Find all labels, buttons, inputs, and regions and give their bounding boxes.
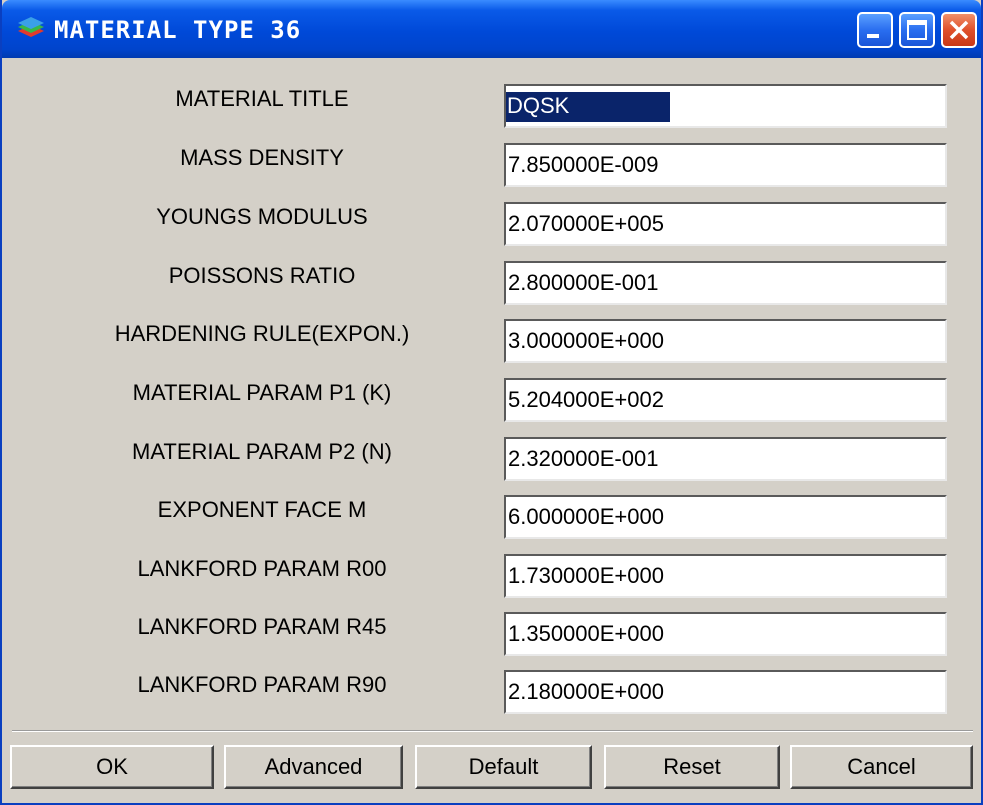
title-bar[interactable]: MATERIAL TYPE 36 [2, 0, 981, 58]
youngs-modulus-field[interactable] [504, 202, 947, 246]
lankford-r00-label: LANKFORD PARAM R00 [137, 556, 387, 581]
lankford-r00-field[interactable] [504, 554, 947, 598]
maximize-button[interactable] [899, 12, 935, 48]
material-title-label: MATERIAL TITLE [175, 86, 349, 111]
exponent-face-m-label: EXPONENT FACE M [157, 497, 367, 522]
cancel-button[interactable]: Cancel [790, 745, 973, 789]
material-dialog-window: MATERIAL TYPE 36 MATERIAL TITLE DQSK MAS… [0, 0, 983, 805]
lankford-r45-field[interactable] [504, 612, 947, 656]
default-button[interactable]: Default [415, 745, 592, 789]
hardening-rule-field[interactable] [504, 319, 947, 363]
lankford-r90-label: LANKFORD PARAM R90 [137, 672, 387, 697]
material-param-p2-field[interactable] [504, 437, 947, 481]
minimize-button[interactable] [857, 12, 893, 48]
maximize-icon [907, 20, 927, 40]
layered-material-icon[interactable] [16, 17, 46, 41]
material-param-p1-label: MATERIAL PARAM P1 (K) [132, 380, 392, 405]
youngs-modulus-label: YOUNGS MODULUS [156, 204, 368, 229]
exponent-face-m-field[interactable] [504, 495, 947, 539]
material-param-p1-field[interactable] [504, 378, 947, 422]
poissons-ratio-label: POISSONS RATIO [168, 263, 356, 288]
close-icon [949, 20, 969, 40]
mass-density-field[interactable] [504, 143, 947, 187]
window-title: MATERIAL TYPE 36 [54, 16, 302, 44]
lankford-r45-label: LANKFORD PARAM R45 [137, 614, 387, 639]
close-button[interactable] [941, 12, 977, 48]
reset-button[interactable]: Reset [604, 745, 780, 789]
material-param-p2-label: MATERIAL PARAM P2 (N) [132, 439, 392, 464]
selected-text: DQSK [507, 93, 570, 118]
poissons-ratio-field[interactable] [504, 261, 947, 305]
button-bar-divider [12, 730, 973, 732]
advanced-button[interactable]: Advanced [224, 745, 403, 789]
hardening-rule-label: HARDENING RULE(EXPON.) [114, 321, 410, 346]
lankford-r90-field[interactable] [504, 670, 947, 714]
ok-button[interactable]: OK [10, 745, 214, 789]
minimize-icon [867, 34, 879, 38]
mass-density-label: MASS DENSITY [180, 145, 344, 170]
